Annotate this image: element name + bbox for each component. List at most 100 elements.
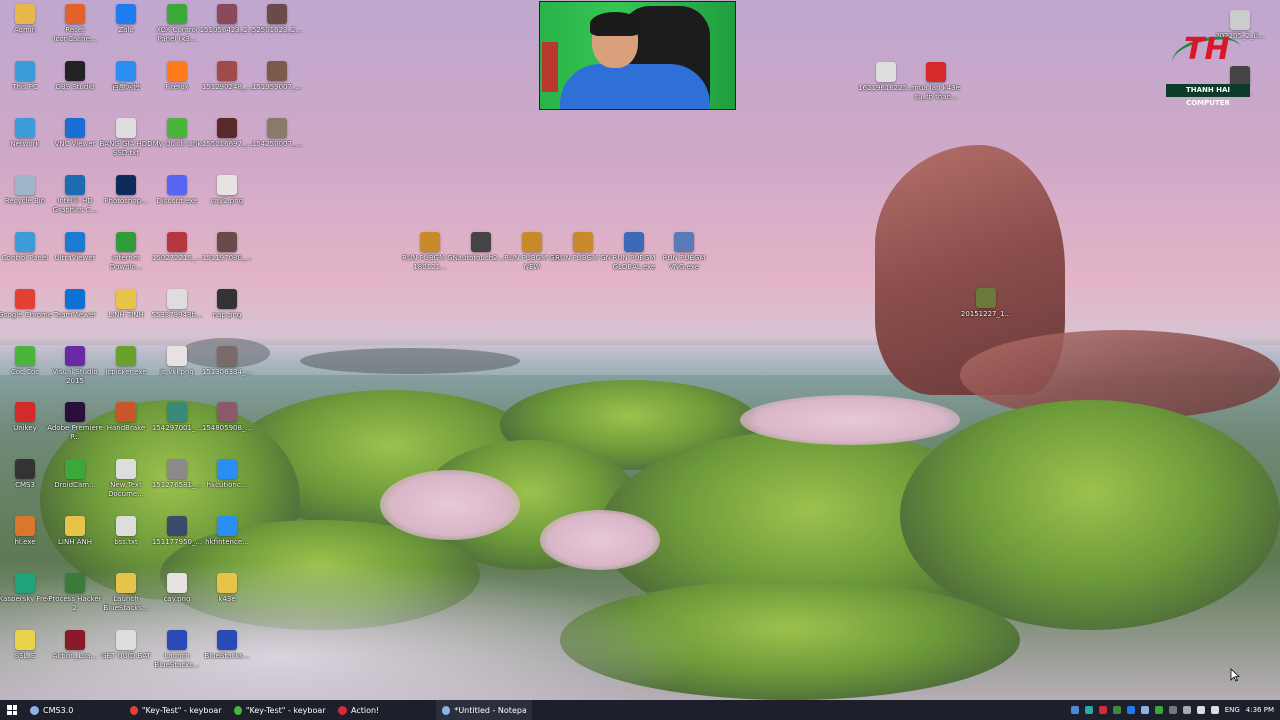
desktop-icon[interactable]: nap.png [200, 289, 254, 320]
taskbar-apps: CMS3.0 "Key-Test" - keyboard... "Key-Test"… [24, 700, 532, 720]
tray-app-icon[interactable] [1140, 706, 1149, 714]
desktop-icon[interactable]: Photoshop... [99, 175, 153, 206]
desktop-icon[interactable]: Process Hacker 2 [48, 573, 102, 613]
desktop-icon[interactable]: My Quick Link [150, 118, 204, 149]
desktop-icon[interactable]: 155016697_... [200, 118, 254, 149]
desktop-icon[interactable]: RUN PUBGM VNG.exe [657, 232, 711, 272]
desktop-icon[interactable]: 16219616225... [858, 62, 914, 93]
desktop-icon[interactable]: 151197080_... [200, 232, 254, 263]
desktop-icon[interactable]: RUN PUBGM GN 180121... [402, 232, 458, 272]
desktop-icon[interactable]: 151276581_... [150, 459, 204, 490]
desktop-icon[interactable]: Action_Loa... [48, 630, 102, 661]
desktop-icon[interactable]: 151177950_... [150, 516, 204, 547]
desktop-icon[interactable]: Internet Downlo... [99, 232, 153, 272]
desktop-icon[interactable]: Reset IconCache... [48, 4, 102, 44]
desktop-icon[interactable]: jcpicker.exe [99, 346, 153, 377]
desktop-icon[interactable]: jc.vkl.png [150, 346, 204, 377]
desktop-icon[interactable]: bss.txt [99, 516, 153, 547]
desktop-icon[interactable]: Cốc Cốc [0, 346, 52, 377]
desktop-icon[interactable]: 154250007_... [250, 118, 304, 149]
taskbar-app-button[interactable]: *Untitled - Notepad [436, 700, 532, 720]
usb-icon[interactable] [1182, 706, 1191, 714]
desktop-icon[interactable]: hl.exe [0, 516, 52, 547]
desktop-icon[interactable]: Launch BlueStacks... [99, 573, 153, 613]
tray-app-icon[interactable] [1168, 706, 1177, 714]
desktop-icon[interactable]: CMS3 [0, 459, 52, 490]
desktop-icon[interactable]: cay2.png [200, 175, 254, 206]
desktop-icon[interactable]: This PC [0, 61, 52, 92]
tray-app-icon[interactable] [1084, 706, 1093, 714]
camera-icon [15, 459, 35, 479]
desktop-icon[interactable]: autotouch2... [454, 232, 508, 263]
desktop-icon[interactable]: 百度网盘 [99, 61, 153, 92]
desktop-icon[interactable]: HandBrake [99, 402, 153, 433]
taskbar-app-button[interactable]: CMS3.0 [24, 700, 124, 720]
desktop-icon[interactable]: 151290248_... [200, 61, 254, 92]
desktop-icon[interactable]: BlueStacks... [200, 630, 254, 661]
desktop-icon[interactable]: UltraViewer [48, 232, 102, 263]
volume-icon[interactable] [1210, 706, 1219, 714]
tray-app-icon[interactable] [1126, 706, 1135, 714]
desktop-icon[interactable]: 151056423_2... [200, 4, 254, 35]
desktop-icon[interactable]: RUN PUBGM GN [555, 232, 611, 263]
desktop-icon[interactable]: Intel® HD Graphics C... [48, 175, 102, 215]
droidcam-icon [65, 459, 85, 479]
desktop-icon[interactable]: 154297001_... [150, 402, 204, 433]
desktop-icon[interactable]: Firefox [150, 61, 204, 92]
desktop-icon[interactable]: BANG GIA HDD SSD.txt [99, 118, 153, 158]
desktop-icon[interactable]: Recycle Bin [0, 175, 52, 206]
desktop-icon[interactable]: 20151227_1... [959, 288, 1013, 319]
desktop-icon[interactable]: New Text Docume... [99, 459, 153, 499]
desktop-icon[interactable]: Visual Studio 2015 [48, 346, 102, 386]
desktop-icon[interactable]: Adobe Premiere P... [47, 402, 103, 442]
desktop-icon[interactable]: LINH TINH [99, 289, 153, 320]
user-folder-icon [15, 4, 35, 24]
network-icon[interactable] [1196, 706, 1205, 714]
desktop-icon[interactable]: VNC Viewer [48, 118, 102, 149]
desktop-icon[interactable]: OBS Studio [48, 61, 102, 92]
wallpaper-moss [900, 400, 1280, 630]
desktop-icon[interactable]: Unikey [0, 402, 52, 433]
tray-app-icon[interactable] [1070, 706, 1079, 714]
desktop-icon[interactable]: 52501623_2... [250, 4, 304, 35]
start-button[interactable] [0, 700, 24, 720]
desktop-icon[interactable]: RUN PUBGM GLOBAL.exe [607, 232, 661, 272]
taskbar-app-button[interactable]: "Key-Test" - keyboard... [228, 700, 332, 720]
desktop-icon[interactable]: k43e [200, 573, 254, 604]
desktop-icon[interactable]: XOX Control Panel (x3... [150, 4, 204, 44]
desktop-icon[interactable]: Google Chrome [0, 289, 52, 320]
desktop-icon[interactable]: 154805908_... [200, 402, 254, 433]
desktop-icon[interactable]: DroidCam... [48, 459, 102, 490]
tray-app-icon[interactable] [1098, 706, 1107, 714]
desktop-icon[interactable]: GET UUID.BAT [99, 630, 153, 661]
desktop-icon[interactable]: LINH ANH [48, 516, 102, 547]
desktop-icon[interactable]: hkfintence... [200, 516, 254, 547]
desktop-icon[interactable]: Launch BlueStacks... [150, 630, 204, 670]
desktop-icon[interactable]: 151306334_... [200, 346, 254, 377]
desktop-icon[interactable]: mua lap k43e cu_fb than... [909, 62, 963, 102]
desktop-icon[interactable]: Zalo [99, 4, 153, 35]
tray-app-icon[interactable] [1112, 706, 1121, 714]
taskbar-app-button[interactable]: Action! [332, 700, 436, 720]
desktop-icon[interactable]: Control Panel [0, 232, 52, 263]
desktop-icon-label: Process Hacker 2 [48, 595, 102, 612]
clock[interactable]: 4:36 PM [1246, 706, 1274, 714]
desktop-icon[interactable]: 150272215_... [150, 232, 204, 263]
taskbar-app-button[interactable]: "Key-Test" - keyboard... [124, 700, 228, 720]
desktop-icon[interactable]: TeamViewer [48, 289, 102, 320]
desktop-icon[interactable]: RUN PUBGM GN NEW [504, 232, 560, 272]
link-icon [167, 118, 187, 138]
desktop-icon[interactable]: SSL_S [0, 630, 52, 661]
desktop-icon[interactable]: 151959007_... [250, 61, 304, 92]
text-file-icon [116, 118, 136, 138]
desktop-icon-label: autotouch2... [457, 254, 505, 262]
desktop-icon[interactable]: hkcutionc... [200, 459, 254, 490]
desktop-icon[interactable]: Network [0, 118, 52, 149]
desktop-icon[interactable]: cay.png [150, 573, 204, 604]
desktop-icon[interactable]: Discord.exe [150, 175, 204, 206]
language-indicator[interactable]: ENG [1225, 706, 1240, 714]
desktop-icon[interactable]: Kaspersky Free [0, 573, 52, 604]
desktop-icon[interactable]: 553379943b... [150, 289, 204, 320]
tray-app-icon[interactable] [1154, 706, 1163, 714]
desktop-icon[interactable]: Admin [0, 4, 52, 35]
